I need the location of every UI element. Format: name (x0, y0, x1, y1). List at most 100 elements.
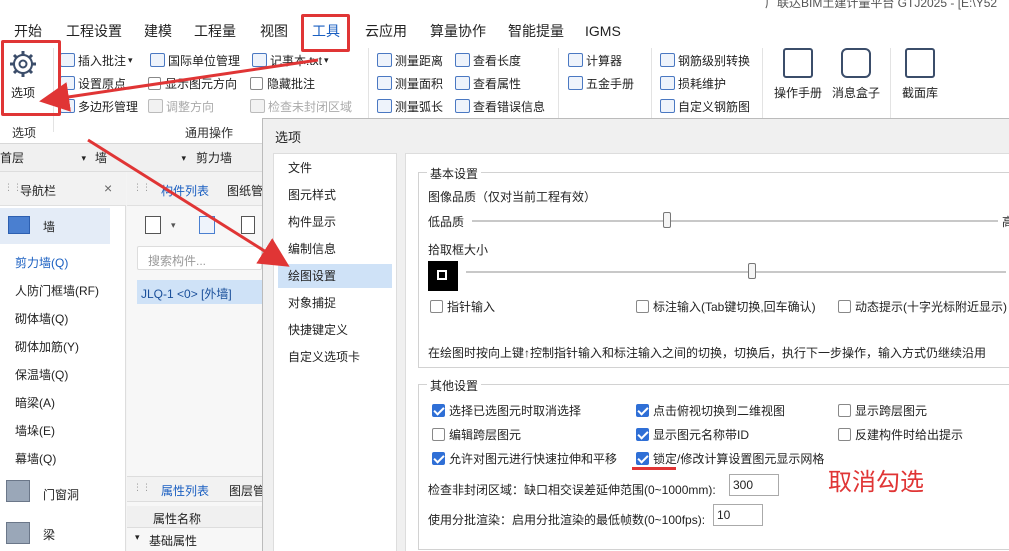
checkbox-icon (250, 76, 263, 90)
edit-cross-floor-check[interactable]: 编辑跨层图元 (432, 426, 521, 443)
nav-item-curtain-wall[interactable]: 幕墙(Q) (15, 450, 56, 467)
view-attributes-button[interactable]: 查看属性 (455, 72, 521, 94)
tab-drawing-manage[interactable]: 图纸管 (227, 182, 263, 199)
pick-size-slider[interactable] (466, 271, 1006, 273)
subtype-select[interactable]: 剪力墙 (196, 148, 262, 168)
pick-size-thumb[interactable] (748, 263, 757, 279)
dialog-item-object-snap[interactable]: 对象捕捉 (278, 291, 392, 315)
reverse-build-hint-check[interactable]: 反建构件时给出提示 (838, 426, 963, 443)
nav-item-hidden-beam[interactable]: 暗梁(A) (15, 394, 55, 411)
search-input[interactable]: 搜索构件... (137, 246, 262, 270)
dialog-item-element-style[interactable]: 图元样式 (278, 183, 392, 207)
dialog-item-edit-info[interactable]: 编制信息 (278, 237, 392, 261)
drawing-note-text: 在绘图时按向上键↑控制指针输入和标注输入之间的切换，切换后，执行下一步操作，输入… (428, 346, 987, 360)
dialog-item-custom-tab[interactable]: 自定义选项卡 (278, 345, 392, 369)
tab-attribute-list[interactable]: 属性列表 (161, 482, 209, 499)
pointer-input-check[interactable]: 指针输入 (430, 298, 495, 315)
rebar-convert-button[interactable]: 钢筋级别转换 (660, 49, 750, 71)
floor-bar: 首层 ▾ 墙 ▾ 剪力墙 (0, 144, 262, 172)
direction-icon (148, 99, 163, 113)
nav-category-door[interactable]: 门窗洞 (0, 474, 110, 510)
nav-item-shear-wall[interactable]: 剪力墙(Q) (15, 254, 68, 271)
checkbox-icon (636, 428, 649, 441)
op-manual-button[interactable]: 操作手册 (772, 48, 824, 101)
floor-select[interactable]: 首层 ▾ (0, 148, 90, 168)
settings-pane: 基本设置 图像品质（仅对当前工程有效） 低品质 高 拾取框大小 指针输入 标注输… (405, 153, 1009, 551)
dialog-title: 选项 (275, 130, 302, 145)
measure-arc-button[interactable]: 测量弧长 (377, 95, 443, 117)
lock-grid-check[interactable]: 锁定/修改计算设置图元显示网格 (636, 450, 824, 467)
area-icon (377, 76, 392, 90)
type-select[interactable]: 墙 ▾ (95, 148, 190, 168)
dialog-item-drawing-settings[interactable]: 绘图设置 (278, 264, 392, 288)
manual-icon (568, 76, 583, 90)
tab-component-list[interactable]: 构件列表 (161, 182, 209, 199)
copy-icon[interactable] (199, 216, 215, 234)
top-view-2d-check[interactable]: 点击俯视切换到二维视图 (636, 402, 785, 419)
component-item[interactable]: JLQ-1 <0> [外墙] (137, 280, 262, 304)
dialog-item-file[interactable]: 文件 (278, 156, 392, 180)
checkbox-icon (430, 300, 443, 313)
show-elem-dir-check[interactable]: 显示图元方向 (148, 72, 237, 94)
section-lib-button[interactable]: 截面库 (898, 48, 942, 101)
message-box-button[interactable]: 消息盒子 (830, 48, 882, 101)
image-quality-thumb[interactable] (662, 212, 671, 228)
new-component-icon[interactable] (145, 216, 161, 234)
collapse-icon[interactable]: ▾ (135, 532, 140, 543)
nav-item-masonry-wall[interactable]: 砌体墙(Q) (15, 310, 68, 327)
show-name-id-check[interactable]: 显示图元名称带ID (636, 426, 749, 443)
delete-icon[interactable] (241, 216, 255, 234)
checkbox-icon (432, 428, 445, 441)
nav-category-wall[interactable]: 墙 (0, 208, 110, 244)
checkbox-icon (432, 452, 445, 465)
options-dialog: 选项 文件 图元样式 构件显示 编制信息 绘图设置 对象捕捉 快捷键定义 自定义… (262, 118, 1009, 551)
measure-distance-button[interactable]: 测量距离 (377, 49, 443, 71)
check-unclosed-button[interactable]: 检查未封闭区域 (250, 95, 352, 117)
dialog-item-component-display[interactable]: 构件显示 (278, 210, 392, 234)
set-origin-button[interactable]: 设置原点 (60, 72, 126, 94)
insert-note-button[interactable]: 插入批注 ▾ (60, 49, 133, 71)
nav-item-civil-defense-wall[interactable]: 人防门框墙(RF) (15, 282, 99, 299)
image-quality-label: 图像品质（仅对当前工程有效） (428, 190, 597, 204)
arc-icon (377, 99, 392, 113)
dynamic-hint-check[interactable]: 动态提示(十字光标附近显示) (838, 298, 1007, 315)
view-length-button[interactable]: 查看长度 (455, 49, 521, 71)
loss-icon (660, 76, 675, 90)
check-unclosed-label: 检查非封闭区域：缺口相交误差延伸范围(0~1000mm): (428, 483, 716, 497)
polygon-manage-button[interactable]: 多边形管理 (60, 95, 138, 117)
label-input-check[interactable]: 标注输入(Tab键切换,回车确认) (636, 298, 816, 315)
notepad-button[interactable]: 记事本.txt ▾ (252, 49, 329, 71)
dialog-category-list: 文件 图元样式 构件显示 编制信息 绘图设置 对象捕捉 快捷键定义 自定义选项卡 (273, 153, 397, 551)
batch-render-label: 使用分批渲染：启用分批渲染的最低帧数(0~100fps): (428, 513, 706, 527)
quick-stretch-check[interactable]: 允许对图元进行快速拉伸和平移 (432, 450, 617, 467)
unit-icon (150, 53, 165, 67)
length-icon (455, 53, 470, 67)
hide-note-check[interactable]: 隐藏批注 (250, 72, 315, 94)
hardware-manual-button[interactable]: 五金手册 (568, 72, 634, 94)
pick-size-label: 拾取框大小 (428, 243, 489, 257)
nav-title: 导航栏 (20, 184, 57, 198)
adjust-direction-button[interactable]: 调整方向 (148, 95, 214, 117)
dialog-item-shortcut[interactable]: 快捷键定义 (278, 318, 392, 342)
book-icon (783, 48, 813, 78)
unit-manage-button[interactable]: 国际单位管理 (150, 49, 240, 71)
show-cross-floor-check[interactable]: 显示跨层图元 (838, 402, 927, 419)
calculator-button[interactable]: 计算器 (568, 49, 622, 71)
custom-rebar-button[interactable]: 自定义钢筋图 (660, 95, 750, 117)
cancel-select-check[interactable]: 选择已选图元时取消选择 (432, 402, 581, 419)
batch-render-input[interactable]: 10 (713, 504, 763, 526)
chevron-down-icon[interactable]: ▾ (171, 220, 176, 231)
measure-area-button[interactable]: 测量面积 (377, 72, 443, 94)
close-icon[interactable]: × (104, 180, 112, 196)
tab-layer-manage[interactable]: 图层管 (229, 482, 265, 499)
error-list-icon (455, 99, 470, 113)
image-quality-slider[interactable] (472, 220, 998, 222)
nav-item-wall-pier[interactable]: 墙垛(E) (15, 422, 55, 439)
loss-maintain-button[interactable]: 损耗维护 (660, 72, 726, 94)
nav-item-masonry-rebar[interactable]: 砌体加筋(Y) (15, 338, 79, 355)
view-errors-button[interactable]: 查看错误信息 (455, 95, 545, 117)
nav-item-insulation-wall[interactable]: 保温墙(Q) (15, 366, 68, 383)
highlight-options-button (1, 40, 61, 116)
nav-category-beam[interactable]: 梁 (0, 514, 110, 550)
check-unclosed-input[interactable]: 300 (729, 474, 779, 496)
